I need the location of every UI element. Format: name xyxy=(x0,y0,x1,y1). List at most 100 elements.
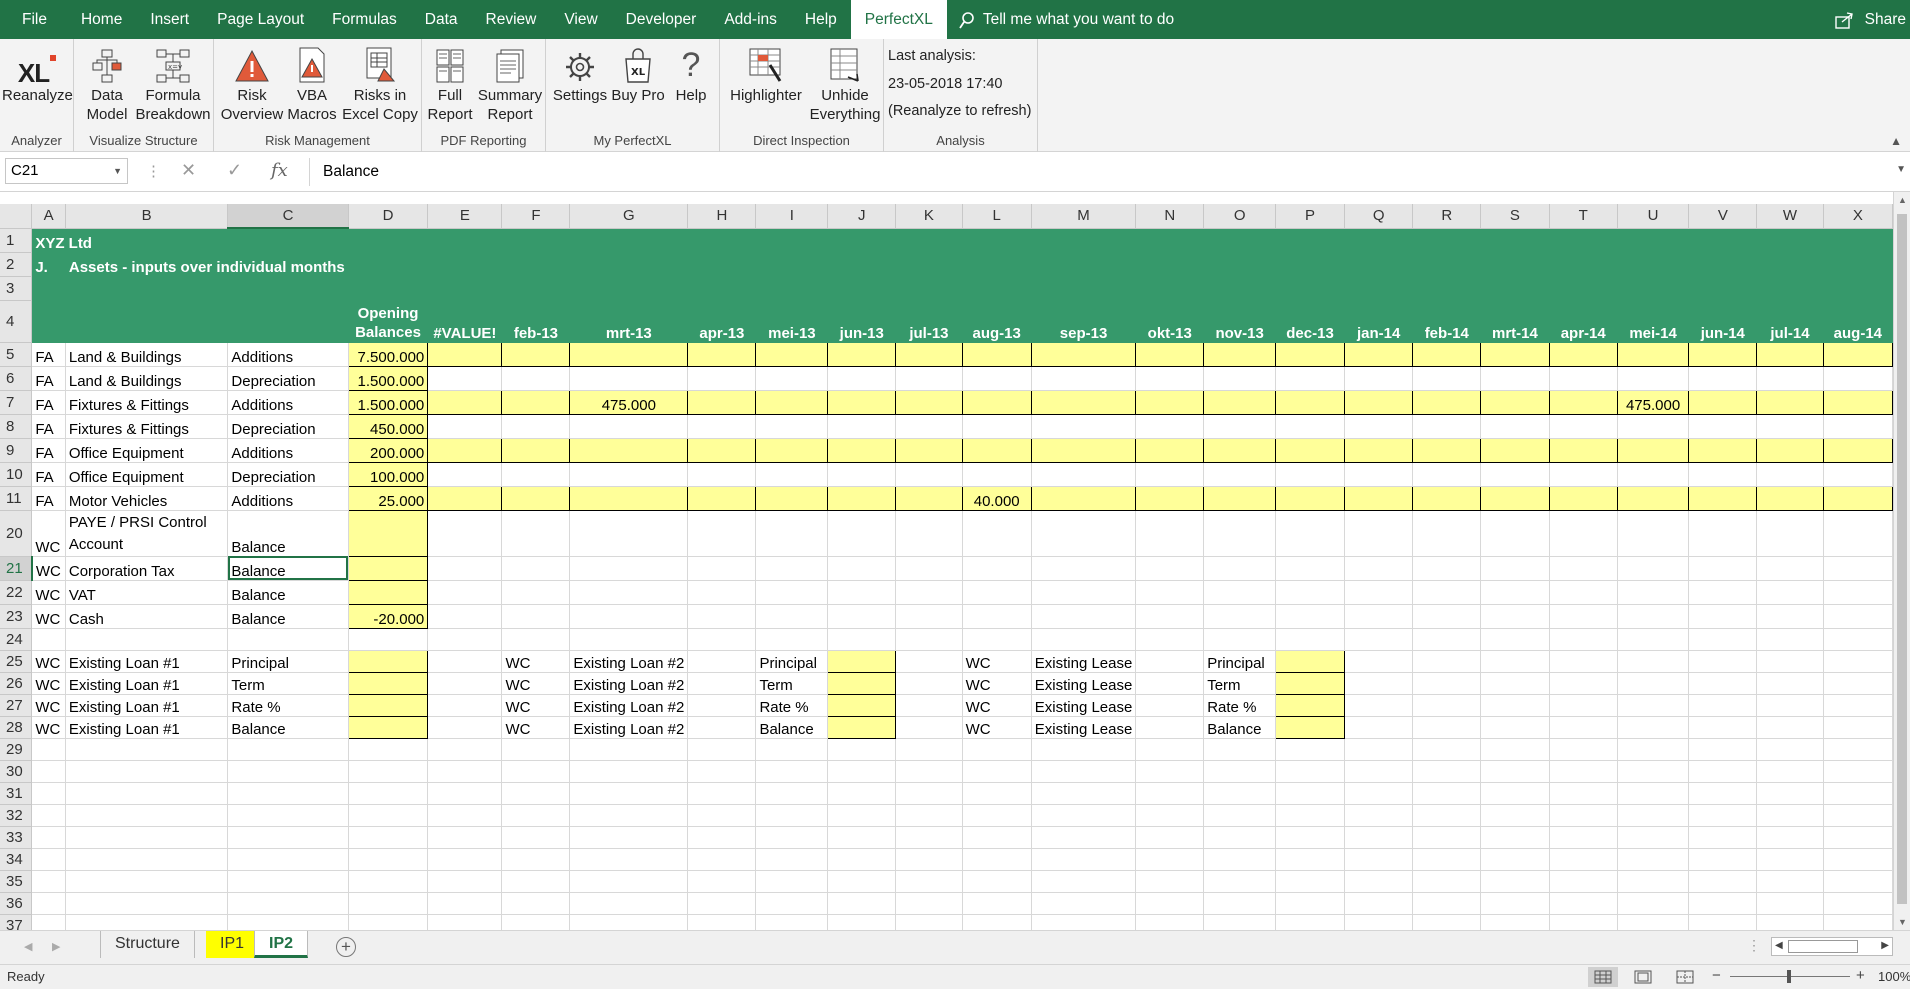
account-name-cell[interactable]: PAYE / PRSI Control Account xyxy=(65,510,229,557)
cell[interactable] xyxy=(1549,604,1618,629)
cell[interactable] xyxy=(1031,556,1137,581)
type-cell[interactable]: WC xyxy=(962,672,1032,695)
scroll-up-icon[interactable]: ▲ xyxy=(1898,195,1907,205)
asset-name-cell[interactable]: Land & Buildings xyxy=(65,342,229,367)
cell[interactable] xyxy=(1823,716,1893,739)
cell[interactable] xyxy=(962,804,1032,827)
cell[interactable] xyxy=(1688,892,1758,915)
month-input-cell[interactable] xyxy=(1480,366,1550,391)
cell[interactable] xyxy=(1617,556,1690,581)
cell[interactable] xyxy=(1412,892,1482,915)
zoom-slider-knob[interactable] xyxy=(1787,970,1791,983)
tab-view[interactable]: View xyxy=(550,0,611,39)
cell[interactable] xyxy=(1031,892,1137,915)
cell[interactable] xyxy=(1344,870,1414,893)
cell[interactable] xyxy=(895,628,963,651)
cell[interactable] xyxy=(1203,760,1277,783)
loan-field-cell[interactable]: Principal xyxy=(755,650,829,673)
month-input-cell[interactable] xyxy=(1135,437,1205,463)
cell[interactable] xyxy=(65,276,229,301)
cell[interactable] xyxy=(895,804,963,827)
month-header[interactable]: mrt-14 xyxy=(1480,300,1550,343)
cell[interactable] xyxy=(501,556,571,581)
tab-help[interactable]: Help xyxy=(791,0,851,39)
cell[interactable] xyxy=(1412,650,1482,673)
month-input-cell[interactable] xyxy=(895,389,963,415)
month-input-cell[interactable] xyxy=(1616,485,1690,511)
cell[interactable] xyxy=(1688,870,1758,893)
cell[interactable] xyxy=(1756,580,1824,605)
cell[interactable] xyxy=(227,804,349,827)
cell[interactable] xyxy=(31,300,66,343)
type-cell[interactable]: WC xyxy=(501,672,571,695)
month-input-cell[interactable] xyxy=(1412,462,1482,487)
type-cell[interactable]: WC xyxy=(31,556,66,581)
worksheet-grid[interactable]: A B C D E F G H I J K L M N O P Q R S T U V W X 1 XYZ Ltd 2 J. Asset… xyxy=(0,204,1893,930)
cell[interactable] xyxy=(1823,804,1893,827)
row-header-6[interactable]: 6 xyxy=(0,366,33,391)
asset-name-cell[interactable]: Motor Vehicles xyxy=(65,486,229,511)
cell[interactable] xyxy=(755,782,829,805)
settings-button[interactable]: Settings xyxy=(552,45,608,105)
loan-input-cell[interactable] xyxy=(827,671,897,695)
month-input-cell[interactable] xyxy=(1343,437,1414,463)
tab-developer[interactable]: Developer xyxy=(612,0,711,39)
cell[interactable] xyxy=(1549,892,1618,915)
cell[interactable] xyxy=(1412,276,1482,301)
cell[interactable] xyxy=(1031,252,1137,277)
month-input-cell[interactable] xyxy=(755,462,829,487)
cell[interactable] xyxy=(65,782,229,805)
cell[interactable] xyxy=(895,604,963,629)
cell[interactable] xyxy=(1203,870,1277,893)
cell[interactable] xyxy=(569,276,689,301)
cell[interactable] xyxy=(1275,914,1345,930)
cell[interactable] xyxy=(569,826,689,849)
sheet-tab-ip2[interactable]: IP2 xyxy=(254,931,309,958)
opening-balance-cell[interactable]: 450.000 xyxy=(347,413,429,439)
type-cell[interactable]: WC xyxy=(962,650,1032,673)
cell[interactable] xyxy=(1823,914,1893,930)
row-header-11[interactable]: 11 xyxy=(0,486,33,511)
cell[interactable] xyxy=(1688,716,1758,739)
cell[interactable] xyxy=(1344,826,1414,849)
cell[interactable] xyxy=(687,694,757,717)
cell[interactable] xyxy=(1688,228,1758,253)
cell[interactable] xyxy=(827,914,897,930)
cell[interactable] xyxy=(962,870,1032,893)
cell[interactable] xyxy=(348,228,429,253)
cell[interactable] xyxy=(1617,276,1690,301)
cell[interactable] xyxy=(1275,804,1345,827)
cell[interactable] xyxy=(1344,782,1414,805)
month-input-cell[interactable] xyxy=(1823,414,1893,439)
month-input-cell[interactable] xyxy=(1031,366,1137,391)
cell[interactable] xyxy=(348,782,429,805)
cell[interactable] xyxy=(1344,650,1414,673)
row-header-23[interactable]: 23 xyxy=(0,604,33,629)
formula-breakdown-button[interactable]: x=y Formula Breakdown xyxy=(134,45,212,124)
cell[interactable] xyxy=(1549,804,1618,827)
opening-balance-cell[interactable]: 1.500.000 xyxy=(347,389,429,415)
cell[interactable] xyxy=(687,556,757,581)
cell[interactable] xyxy=(501,228,571,253)
cell[interactable] xyxy=(1203,604,1277,629)
cell[interactable] xyxy=(1480,276,1550,301)
cell[interactable] xyxy=(1412,580,1482,605)
month-input-cell[interactable] xyxy=(1616,437,1690,463)
month-input-cell[interactable] xyxy=(1548,389,1618,415)
cell[interactable] xyxy=(569,556,689,581)
tab-review[interactable]: Review xyxy=(472,0,551,39)
month-input-cell[interactable] xyxy=(1480,389,1550,415)
loan-input-cell[interactable] xyxy=(827,649,897,673)
cell[interactable] xyxy=(1344,848,1414,871)
cell[interactable] xyxy=(1031,760,1137,783)
cell[interactable] xyxy=(1823,276,1893,301)
cell[interactable] xyxy=(1412,848,1482,871)
month-input-cell[interactable] xyxy=(1548,437,1618,463)
balance-label-cell[interactable]: Balance xyxy=(227,510,349,557)
column-header-D[interactable]: D xyxy=(348,204,429,229)
month-input-cell[interactable] xyxy=(1549,414,1618,439)
row-header-31[interactable]: 31 xyxy=(0,782,33,805)
cell[interactable] xyxy=(1412,510,1482,557)
month-input-cell[interactable] xyxy=(427,485,503,511)
row-header-26[interactable]: 26 xyxy=(0,672,33,695)
